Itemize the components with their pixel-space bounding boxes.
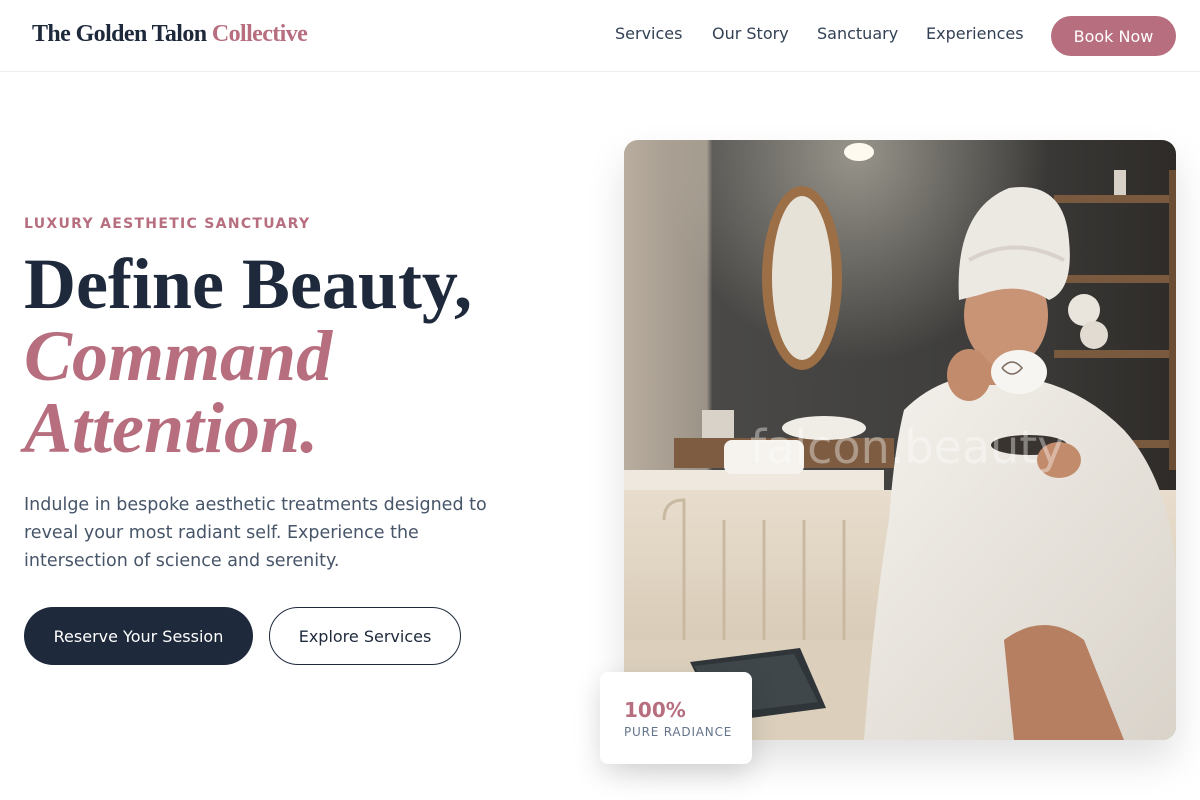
explore-services-button[interactable]: Explore Services — [269, 607, 461, 665]
book-now-button[interactable]: Book Now — [1051, 16, 1176, 56]
hero-eyebrow: LUXURY AESTHETIC SANCTUARY — [24, 216, 311, 232]
headline-line-2: Command — [24, 316, 333, 396]
site-header: The Golden Talon Collective Services Our… — [0, 0, 1200, 72]
brand-name: The Golden Talon — [32, 21, 207, 47]
stat-value: 100% — [624, 698, 686, 722]
hero-description: Indulge in bespoke aesthetic treatments … — [24, 495, 487, 571]
headline-line-1: Define Beauty, — [24, 244, 472, 324]
nav-experiences[interactable]: Experiences — [926, 24, 1024, 43]
image-watermark: falcon.beauty — [750, 420, 1065, 474]
brand-accent: Collective — [211, 21, 308, 47]
reserve-session-button[interactable]: Reserve Your Session — [24, 607, 253, 665]
nav-sanctuary[interactable]: Sanctuary — [817, 24, 898, 43]
nav-our-story[interactable]: Our Story — [712, 24, 789, 43]
stat-card: 100% PURE RADIANCE — [600, 672, 752, 764]
nav-services[interactable]: Services — [615, 24, 682, 43]
brand-logo[interactable]: The Golden Talon Collective — [32, 21, 308, 48]
headline-line-3: Attention. — [24, 388, 319, 468]
stat-label: PURE RADIANCE — [624, 725, 733, 739]
hero-headline: Define Beauty, Command Attention. — [24, 248, 472, 464]
